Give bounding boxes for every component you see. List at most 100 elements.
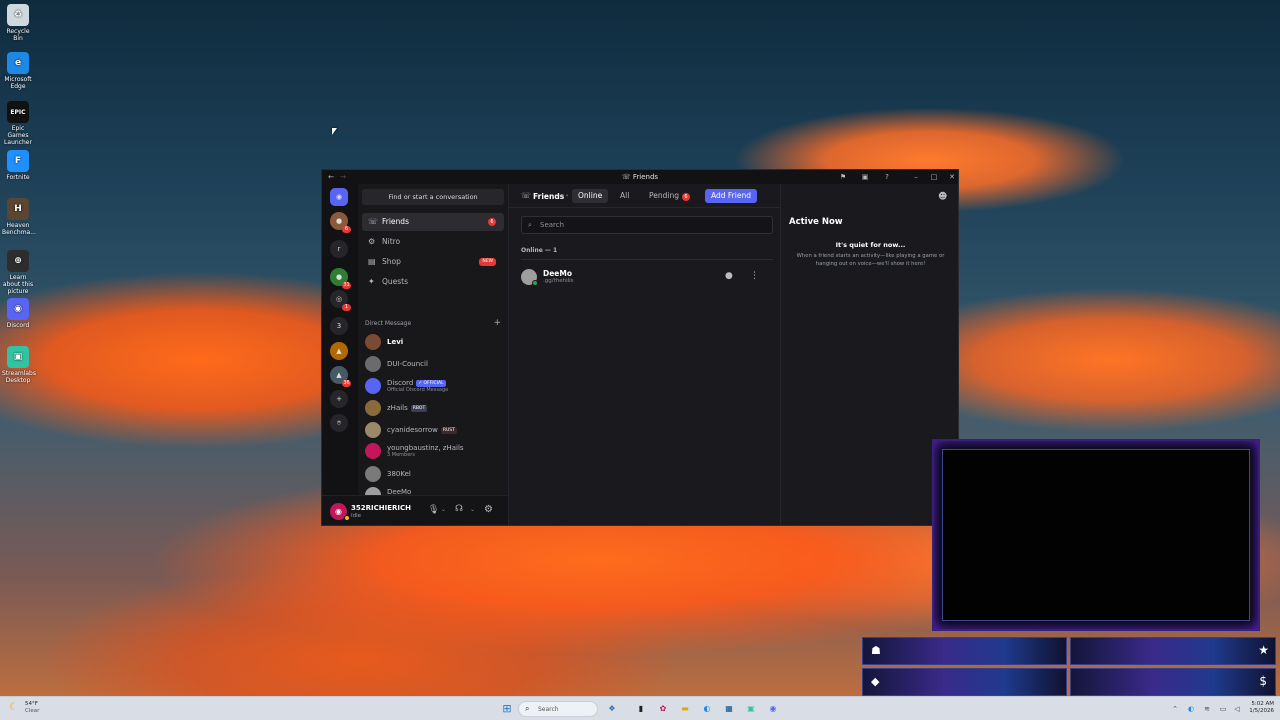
desktop-icon[interactable]: ⊕ Learn about this picture	[2, 250, 34, 295]
dm-item[interactable]: 380Kel	[362, 464, 504, 484]
find-conversation-button[interactable]: Find or start a conversation	[362, 189, 504, 205]
help-icon[interactable]: ?	[882, 172, 892, 182]
tab-all[interactable]: All	[614, 189, 635, 203]
server-icon[interactable]: ● 6	[330, 212, 351, 233]
server-icon[interactable]: ⌾	[330, 414, 348, 432]
avatar	[365, 443, 381, 459]
nav-friends[interactable]: ☏ Friends 6	[362, 213, 504, 231]
clock-time[interactable]: 5:02 AM	[1244, 701, 1274, 707]
store-icon[interactable]: ▦	[722, 702, 736, 716]
app-icon: F	[7, 150, 29, 172]
search-input[interactable]: ⌕ Search	[521, 216, 773, 234]
dm-name-row: youngbaustinz, zHails	[387, 444, 464, 452]
server-icon[interactable]: r	[330, 240, 348, 258]
server-icon[interactable]: ◎ 1	[330, 290, 351, 311]
dm-item[interactable]: Levi	[362, 332, 504, 352]
server-badge: 1	[342, 304, 351, 311]
nav-nitro[interactable]: ⚙ Nitro	[362, 233, 504, 251]
shop-icon: ▤	[368, 257, 376, 266]
server-rail: ◉ ● 6 r ● 31 ◎ 1 3 ▲ ▲ 36 + ⌾	[322, 184, 358, 525]
copilot-icon[interactable]: ✿	[656, 702, 670, 716]
server-icon[interactable]: ● 31	[330, 268, 351, 289]
desktop-icon-label: Heaven Benchma...	[2, 222, 36, 236]
mic-chevron-down-icon[interactable]: ⌄	[441, 506, 446, 513]
moon-weather-icon[interactable]: ☾	[9, 702, 18, 713]
dm-name: 380Kel	[387, 470, 411, 478]
task-view-icon[interactable]: ▮	[634, 702, 648, 716]
avatar	[365, 466, 381, 482]
server-glyph: ▲	[336, 371, 342, 379]
nav-label: Shop	[382, 257, 401, 266]
close-icon[interactable]: ✕	[947, 172, 957, 182]
screen-icon[interactable]: ▣	[860, 172, 870, 182]
desktop-icon[interactable]: ▣ Streamlabs Desktop	[2, 346, 36, 384]
overlay-screen	[942, 449, 1250, 621]
desktop-icon-label: Streamlabs Desktop	[2, 370, 36, 384]
dm-name: cyanidesorrow	[387, 426, 438, 434]
headphones-chevron-down-icon[interactable]: ⌄	[470, 506, 475, 513]
server-badge: 36	[342, 380, 351, 387]
avatar	[365, 400, 381, 416]
headphones-icon[interactable]: ☊	[455, 504, 463, 514]
server-glyph: +	[336, 395, 342, 403]
dm-item[interactable]: DUI-Council	[362, 354, 504, 374]
network-app-icon[interactable]: ◐	[1184, 702, 1198, 716]
nav-shop[interactable]: ▤ Shop NEW	[362, 253, 504, 271]
clock-date[interactable]: 1/5/2026	[1244, 708, 1274, 714]
server-icon[interactable]: ▲	[330, 342, 348, 360]
overlay-panel: $	[1070, 668, 1276, 696]
server-icon[interactable]: ▲ 36	[330, 366, 351, 387]
new-group-dm-icon[interactable]: ☻	[938, 192, 947, 202]
microphone-icon[interactable]: 🎙	[428, 505, 439, 515]
active-now-title: Active Now	[789, 217, 843, 227]
app-icon: ◉	[7, 298, 29, 320]
edge-icon[interactable]: ◐	[700, 702, 714, 716]
nav-label: Nitro	[382, 237, 401, 246]
widgets-icon[interactable]: ❖	[605, 702, 619, 716]
streamlabs-icon[interactable]: ▣	[744, 702, 758, 716]
plus-icon[interactable]: +	[493, 318, 501, 328]
display-icon[interactable]: ▭	[1216, 702, 1230, 716]
desktop-icon-label: Microsoft Edge	[4, 76, 32, 90]
inbox-flag-icon[interactable]: ⚑	[838, 172, 848, 182]
file-explorer-icon[interactable]: ▬	[678, 702, 692, 716]
server-glyph: 3	[336, 322, 342, 330]
tab-pending[interactable]: Pending	[643, 189, 685, 203]
quiet-description: When a friend starts an activity—like pl…	[796, 253, 945, 267]
server-badge: 6	[342, 226, 351, 233]
taskbar-search[interactable]: ⌕ Search	[518, 701, 598, 717]
dm-item[interactable]: youngbaustinz, zHails 3 Members	[362, 441, 504, 461]
server-badge: 31	[342, 282, 351, 289]
discord-taskbar-icon[interactable]: ◉	[766, 702, 780, 716]
dm-item[interactable]: cyanidesorrow RUST	[362, 420, 504, 440]
minimize-icon[interactable]: –	[911, 172, 921, 182]
more-options-icon[interactable]: ⋮	[750, 271, 759, 281]
maximize-icon[interactable]: □	[929, 172, 939, 182]
desktop-icon[interactable]: ♻ Recycle Bin	[2, 4, 34, 42]
windows-start-icon[interactable]: ⊞	[500, 702, 514, 716]
desktop-icon[interactable]: EPIC Epic Games Launcher	[2, 101, 34, 146]
message-icon[interactable]: ●	[725, 271, 733, 281]
friends-icon: ☏	[521, 191, 532, 200]
gear-icon[interactable]: ⚙	[484, 504, 493, 515]
desktop-icon[interactable]: F Fortnite	[2, 150, 34, 181]
server-icon[interactable]: +	[330, 390, 348, 408]
nav-quests[interactable]: ✦ Quests	[362, 273, 504, 291]
desktop-icon[interactable]: ◉ Discord	[2, 298, 34, 329]
chevron-up-icon[interactable]: ⌃	[1168, 702, 1182, 716]
wifi-icon[interactable]: ≋	[1200, 702, 1214, 716]
friend-row[interactable]: DeeMo .gg/thehills ● ⋮	[519, 266, 773, 290]
desktop-icon[interactable]: H Heaven Benchma...	[2, 198, 36, 236]
server-icon[interactable]: 3	[330, 317, 348, 335]
volume-icon[interactable]: ◁	[1230, 702, 1244, 716]
tab-online[interactable]: Online	[572, 189, 609, 203]
desktop-icon[interactable]: e Microsoft Edge	[2, 52, 34, 90]
add-friend-button[interactable]: Add Friend	[705, 189, 757, 203]
dm-item[interactable]: zHails RBOT	[362, 398, 504, 418]
dm-item[interactable]: Discord ✓ OFFICIAL Official Discord Messag…	[362, 376, 504, 396]
user-status: Idle	[351, 513, 362, 519]
dm-name-row: cyanidesorrow RUST	[387, 426, 457, 434]
server-icon[interactable]: ◉	[330, 188, 348, 206]
nav-label: Quests	[382, 277, 409, 286]
star-icon: ★	[1258, 643, 1269, 657]
